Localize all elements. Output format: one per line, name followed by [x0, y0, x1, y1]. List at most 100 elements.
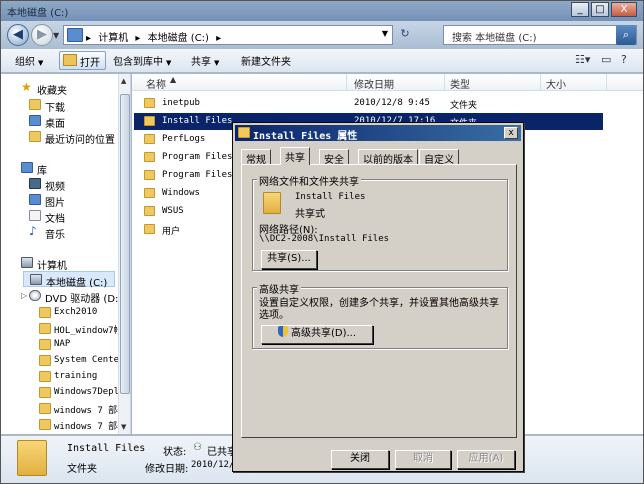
window-title: 本地磁盘 (C:)	[7, 8, 69, 19]
details-modified-label: 修改日期:	[145, 464, 189, 475]
share-menu[interactable]: 共享 ▼	[191, 53, 219, 68]
nav-label: windows 7 部署	[54, 406, 127, 416]
expand-arrow-icon[interactable]: ▷	[21, 291, 27, 300]
uac-shield-icon	[277, 326, 288, 337]
preview-pane-icon[interactable]: ▭	[601, 53, 611, 66]
open-button[interactable]: 打开	[59, 51, 106, 70]
breadcrumb-separator[interactable]: ▸	[216, 33, 221, 44]
folder-icon	[39, 355, 51, 366]
music-icon: ♪	[29, 224, 37, 238]
minimize-button[interactable]: _	[571, 2, 589, 17]
nav-label: 文档	[45, 214, 65, 225]
network-path-value: \\DC2-2008\Install Files	[259, 234, 390, 244]
column-divider[interactable]	[606, 74, 607, 91]
dialog-title-bar: Install Files 属性 x	[235, 125, 521, 142]
folder-icon	[39, 323, 51, 334]
scrollbar-thumb[interactable]	[120, 94, 130, 394]
properties-dialog: Install Files 属性 x 常规 共享 安全 以前的版本 自定义 网络…	[232, 122, 524, 472]
column-name[interactable]: 名称	[146, 76, 166, 91]
tab-sharing[interactable]: 共享	[280, 147, 310, 165]
folder-icon	[144, 188, 155, 198]
command-bar: 组织 ▼ 打开 包含到库中 ▼ 共享 ▼ 新建文件夹 ☷▾ ▭ ?	[1, 49, 643, 73]
chevron-down-icon: ▼	[166, 59, 172, 67]
column-divider[interactable]	[346, 74, 347, 91]
close-button[interactable]: X	[611, 2, 637, 17]
address-dropdown-icon[interactable]: ▼	[382, 29, 388, 38]
breadcrumb-computer[interactable]: 计算机	[98, 33, 128, 44]
breadcrumb-local-disk[interactable]: 本地磁盘 (C:)	[148, 33, 209, 44]
share-button[interactable]: 共享(S)...	[261, 250, 317, 269]
nav-label: 收藏夹	[37, 86, 67, 97]
nav-label: HOL_window7帐	[54, 326, 123, 336]
file-date: 2010/12/8 9:45	[354, 98, 430, 108]
file-row[interactable]: inetpub 2010/12/8 9:45 文件夹	[138, 95, 643, 112]
folder-icon	[144, 134, 155, 144]
cancel-button[interactable]: 取消	[395, 450, 451, 469]
refresh-icon[interactable]: ↻	[396, 27, 414, 45]
libraries-icon	[21, 162, 33, 173]
column-divider[interactable]	[444, 74, 445, 91]
maximize-button[interactable]: □	[591, 2, 609, 17]
column-divider[interactable]	[540, 74, 541, 91]
new-folder-button[interactable]: 新建文件夹	[241, 53, 291, 68]
scroll-down-icon[interactable]: ▼	[121, 423, 126, 431]
nav-label: 图片	[45, 198, 65, 209]
help-icon[interactable]: ?	[621, 53, 627, 66]
folder-icon	[144, 116, 155, 126]
downloads-folder-icon	[29, 99, 41, 110]
breadcrumb: ▸ 计算机 ▸ 本地磁盘 (C:) ▸	[86, 29, 225, 44]
include-in-library-menu[interactable]: 包含到库中 ▼	[113, 53, 171, 68]
nav-label: System Center	[54, 355, 125, 365]
folder-icon	[39, 419, 51, 430]
hard-drive-icon	[30, 274, 42, 285]
file-name: Install Files	[162, 116, 233, 126]
file-name: 用户	[162, 227, 181, 237]
nav-label: 音乐	[45, 230, 65, 241]
share-label: 共享	[191, 57, 211, 68]
apply-button[interactable]: 应用(A)	[457, 450, 515, 469]
computer-folder-icon	[67, 28, 83, 42]
back-button[interactable]: ◀	[7, 24, 29, 46]
nav-label: 计算机	[37, 261, 67, 272]
scroll-up-icon[interactable]: ▲	[121, 77, 126, 85]
folder-icon	[39, 403, 51, 414]
share-folder-name: Install Files	[295, 192, 366, 202]
column-type[interactable]: 类型	[450, 76, 470, 91]
view-options-icon[interactable]: ☷▾	[575, 53, 590, 66]
nav-label: 下载	[45, 103, 65, 114]
search-box[interactable]: 搜索 本地磁盘 (C:) ⌕	[443, 25, 637, 45]
search-icon[interactable]: ⌕	[616, 25, 636, 45]
shared-users-icon: ⚇	[193, 442, 202, 453]
tab-previous-versions[interactable]: 以前的版本	[358, 149, 418, 166]
desktop-icon	[29, 115, 41, 126]
dvd-icon	[29, 290, 41, 301]
forward-button[interactable]: ▶	[31, 24, 53, 46]
sharing-tab-panel: 网络文件和文件夹共享 Install Files 共享式 网络路径(N): \\…	[241, 164, 517, 438]
breadcrumb-separator[interactable]: ▸	[86, 33, 91, 44]
nav-scrollbar[interactable]: ▲ ▼	[118, 74, 130, 434]
advanced-sharing-button[interactable]: 高级共享(D)...	[261, 325, 373, 344]
organize-menu[interactable]: 组织 ▼	[15, 53, 43, 68]
folder-icon	[39, 371, 51, 382]
close-dialog-button[interactable]: 关闭	[331, 450, 389, 469]
history-dropdown-icon[interactable]: ▼	[53, 31, 59, 40]
tab-general[interactable]: 常规	[241, 149, 271, 166]
nav-local-disk-c[interactable]: 本地磁盘 (C:)	[23, 271, 115, 289]
share-state: 共享式	[295, 209, 325, 220]
tab-security[interactable]: 安全	[319, 149, 349, 166]
navigation-pane: ★ 收藏夹 下载 桌面 最近访问的位置 库 视频 图片 文档 ♪ 音乐 计算机 本地…	[1, 74, 131, 434]
column-modified[interactable]: 修改日期	[354, 76, 394, 91]
dialog-close-button[interactable]: x	[504, 127, 518, 139]
address-bar[interactable]: ▸ 计算机 ▸ 本地磁盘 (C:) ▸ ▼	[63, 25, 393, 45]
folder-icon	[238, 127, 250, 138]
breadcrumb-separator[interactable]: ▸	[135, 33, 140, 44]
pictures-icon	[29, 194, 41, 205]
column-size[interactable]: 大小	[546, 76, 566, 91]
details-name: Install Files	[67, 443, 146, 454]
star-icon: ★	[21, 80, 32, 94]
advanced-sharing-description: 设置自定义权限，创建多个共享，并设置其他高级共享选项。	[259, 298, 499, 321]
file-name: WSUS	[162, 206, 184, 216]
group-label: 网络文件和文件夹共享	[257, 173, 361, 188]
advanced-sharing-label: 高级共享(D)...	[290, 328, 357, 339]
tab-customize[interactable]: 自定义	[419, 149, 459, 166]
